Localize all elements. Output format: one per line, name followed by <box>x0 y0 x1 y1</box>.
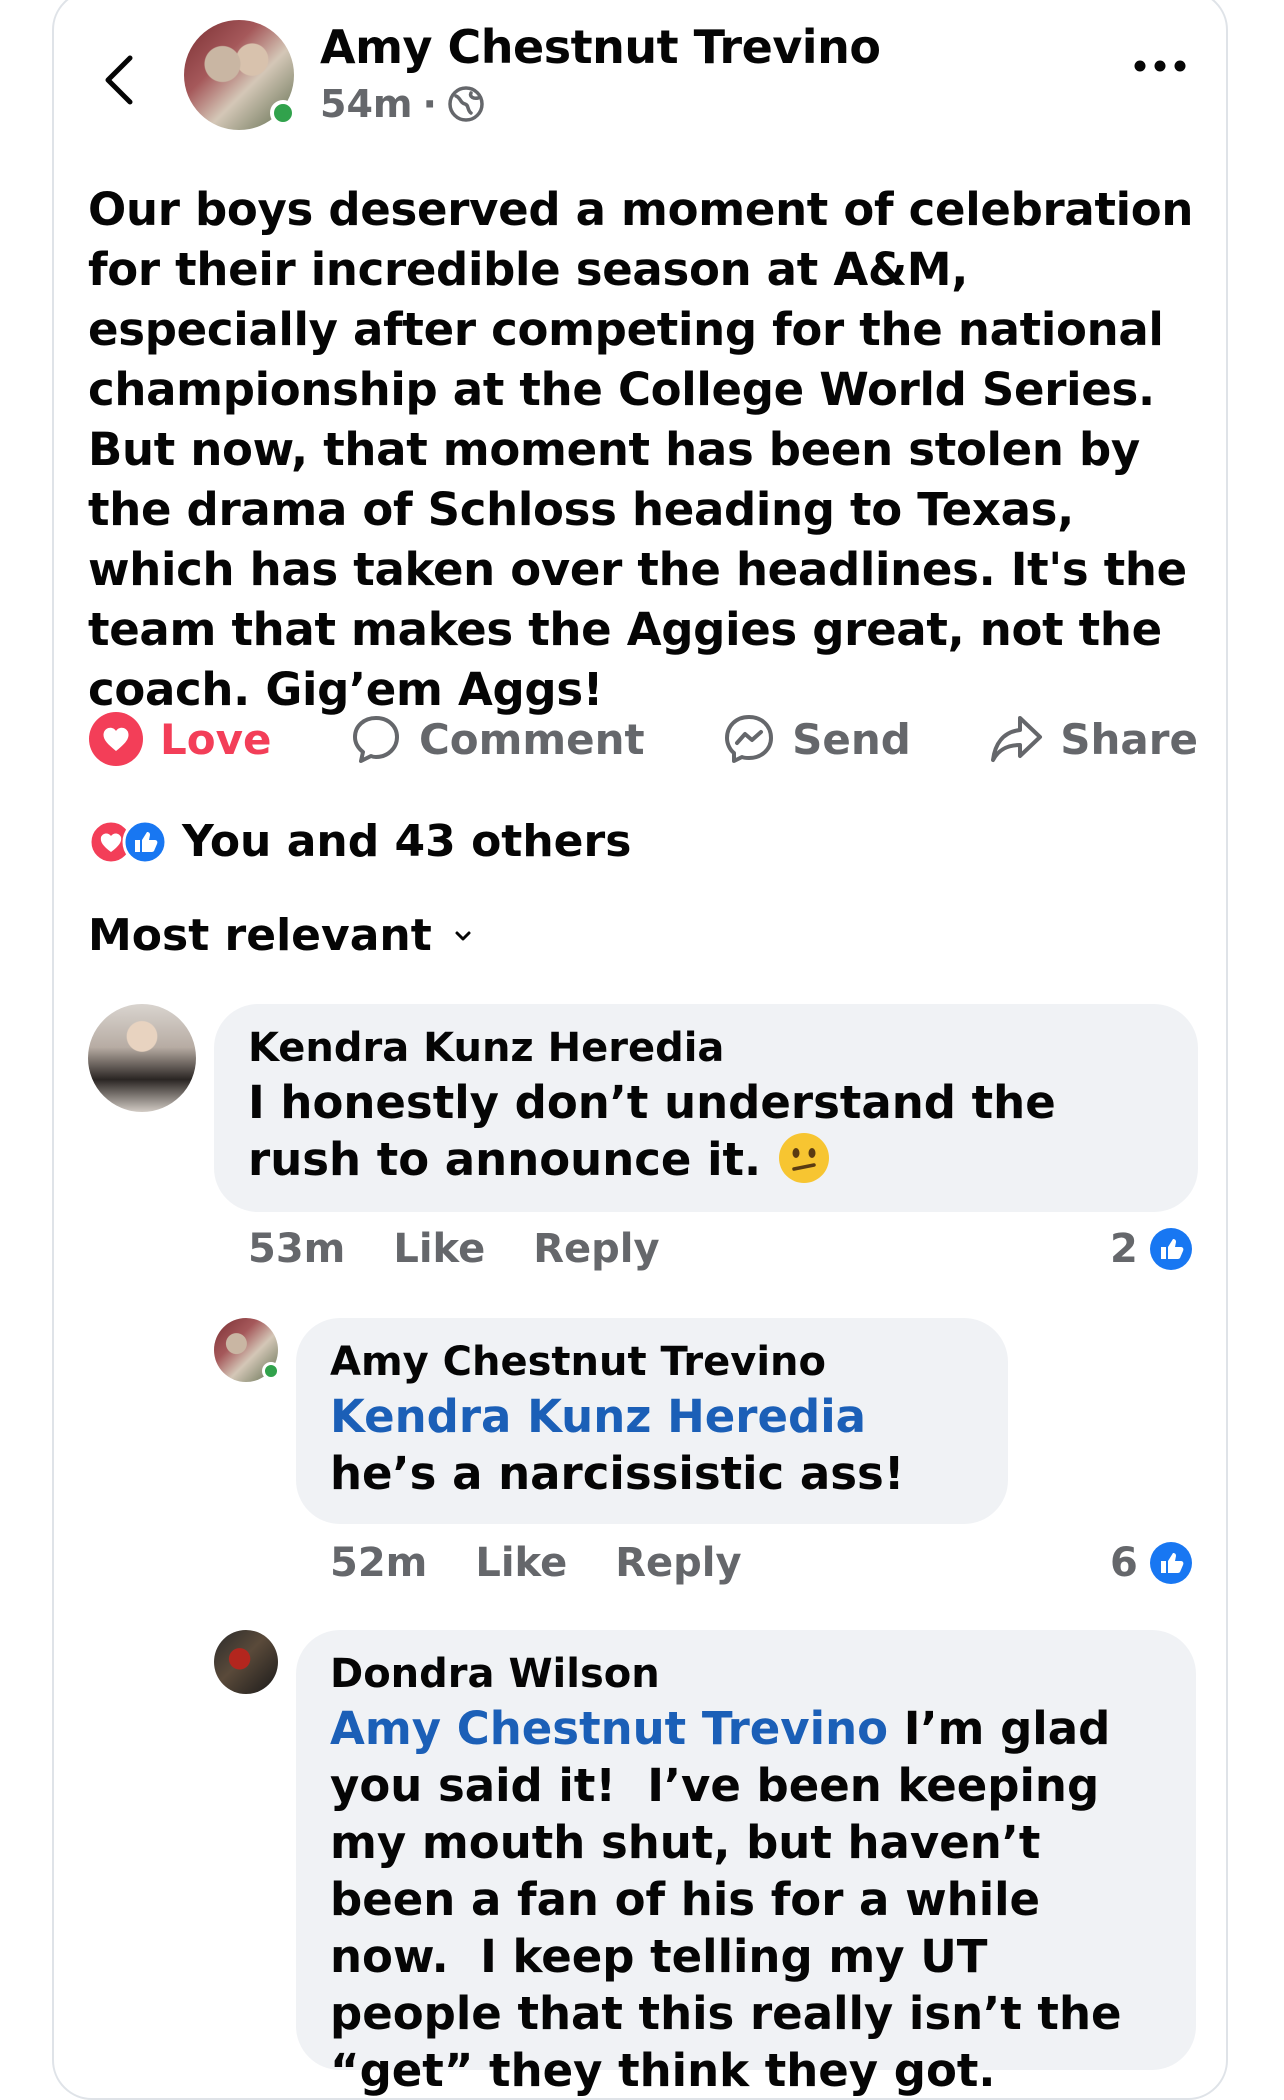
commenter-avatar[interactable] <box>88 1004 196 1112</box>
like-link[interactable]: Like <box>393 1226 485 1272</box>
comment-time[interactable]: 53m <box>248 1226 345 1272</box>
reply-author[interactable]: Dondra Wilson <box>330 1648 1162 1700</box>
comment-label: Comment <box>418 714 645 764</box>
reply-bubble: Dondra Wilson Amy Chestnut Trevino I’m g… <box>296 1630 1196 2097</box>
like-link[interactable]: Like <box>475 1540 567 1586</box>
reactions-count-text: You and 43 others <box>182 816 632 867</box>
sort-label: Most relevant <box>88 910 432 961</box>
reply-author[interactable]: Amy Chestnut Trevino <box>330 1336 974 1388</box>
post-body-text: Our boys deserved a moment of celebratio… <box>88 183 1194 716</box>
post-action-bar: Love Comment Send Share <box>88 704 1198 774</box>
reply-meta: 52m Like Reply <box>330 1540 742 1586</box>
online-status-indicator <box>262 1362 280 1380</box>
reply-avatar[interactable] <box>214 1318 280 1382</box>
meta-separator: · <box>422 82 437 126</box>
reply-link[interactable]: Reply <box>533 1226 659 1272</box>
comment-text: I honestly don’t understand the rush to … <box>248 1076 1056 1186</box>
mention-link[interactable]: Amy Chestnut Trevino <box>330 1702 888 1755</box>
comment-button[interactable]: Comment <box>349 712 645 766</box>
more-options-icon[interactable] <box>1130 56 1190 76</box>
post-time[interactable]: 54m <box>320 82 412 126</box>
author-avatar[interactable] <box>184 20 296 130</box>
reply-time[interactable]: 52m <box>330 1540 427 1586</box>
online-status-indicator <box>270 100 296 126</box>
comment-bubble: Kendra Kunz Heredia I honestly don’t und… <box>214 1004 1198 1212</box>
comment-meta: 53m Like Reply <box>248 1226 660 1272</box>
share-label: Share <box>1060 714 1198 764</box>
reply-bubble: Amy Chestnut Trevino Kendra Kunz Heredia… <box>296 1318 1008 1524</box>
comment-like-count[interactable]: 2 <box>1110 1226 1194 1272</box>
send-label: Send <box>792 714 911 764</box>
comment-sort-dropdown[interactable]: Most relevant <box>88 910 472 961</box>
send-button[interactable]: Send <box>722 712 911 766</box>
chevron-down-icon <box>455 931 471 940</box>
confused-face-emoji <box>778 1133 829 1183</box>
comment-icon <box>352 716 399 763</box>
reply-avatar[interactable] <box>214 1630 278 1694</box>
love-label: Love <box>160 714 272 764</box>
mention-link[interactable]: Kendra Kunz Heredia <box>330 1390 866 1443</box>
reactions-summary[interactable]: You and 43 others <box>88 816 631 867</box>
share-icon <box>991 716 1043 762</box>
messenger-icon <box>725 715 774 763</box>
love-button[interactable]: Love <box>88 711 271 767</box>
reaction-icons <box>88 819 168 865</box>
comment-author[interactable]: Kendra Kunz Heredia <box>248 1022 1164 1074</box>
reply-text: Kendra Kunz Heredia he’s a narcissistic … <box>330 1390 905 1500</box>
like-reaction-icon <box>1149 1228 1192 1270</box>
love-reaction-icon <box>89 712 143 766</box>
share-button[interactable]: Share <box>988 712 1198 766</box>
like-reaction-icon <box>1149 1542 1192 1584</box>
post-meta: 54m · <box>320 82 485 126</box>
reply-link[interactable]: Reply <box>615 1540 741 1586</box>
reply-like-count[interactable]: 6 <box>1110 1540 1194 1586</box>
reply-text: Amy Chestnut Trevino I’m glad you said i… <box>330 1702 1138 2097</box>
back-arrow-icon[interactable] <box>100 50 140 110</box>
like-reaction-icon <box>122 819 168 864</box>
post-author-name[interactable]: Amy Chestnut Trevino <box>320 20 881 74</box>
globe-icon <box>448 86 484 122</box>
